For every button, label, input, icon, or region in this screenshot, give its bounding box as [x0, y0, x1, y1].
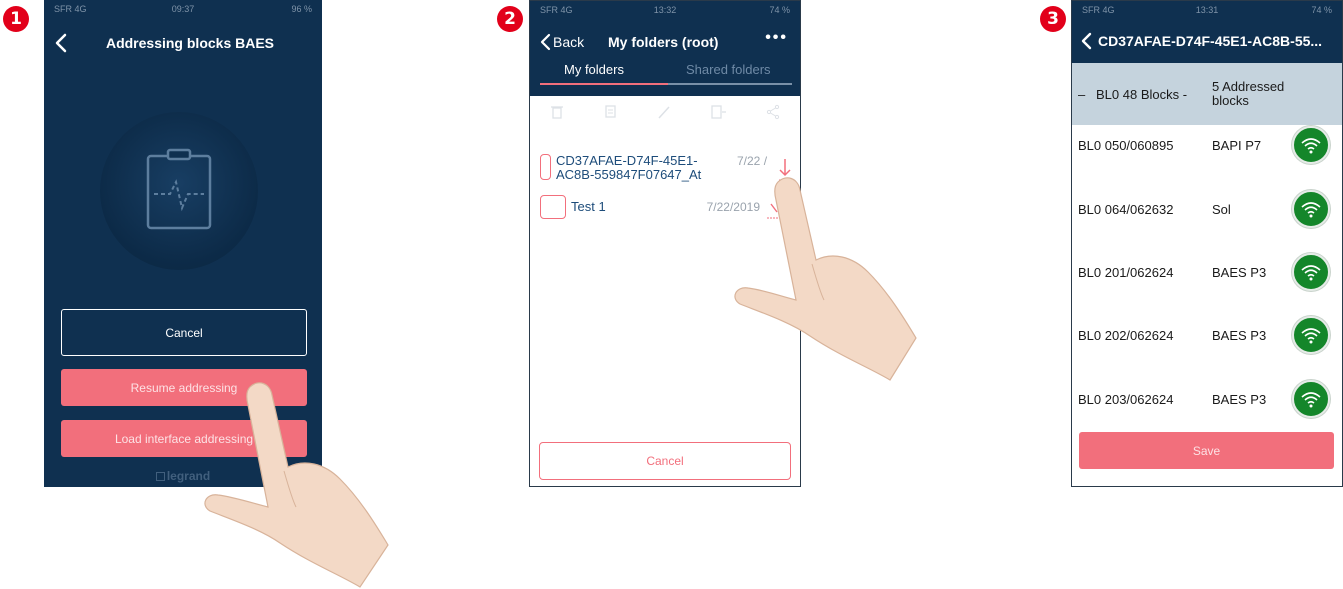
wifi-icon[interactable]	[1292, 316, 1330, 354]
block-row[interactable]: BL0 064/062632 Sol	[1072, 190, 1342, 228]
folder-checkbox[interactable]	[540, 154, 551, 180]
status-bar: SFR 4G 13:32 74 %	[530, 1, 800, 19]
collapse-dash[interactable]: –	[1072, 87, 1096, 102]
step-badge-3: 3	[1040, 6, 1066, 32]
save-button[interactable]: Save	[1079, 432, 1334, 469]
carrier-label: SFR 4G	[1082, 5, 1115, 15]
chevron-left-icon	[540, 33, 551, 51]
more-options-icon[interactable]: •••	[765, 29, 788, 47]
header: SFR 4G 13:31 74 % CD37AFAE-D74F-45E1-AC8…	[1072, 1, 1342, 63]
battery-label: 96 %	[291, 4, 312, 14]
page-title: Addressing blocks BAES	[105, 35, 275, 51]
tab-my-folders[interactable]: My folders	[564, 62, 624, 77]
clipboard-icon	[146, 148, 212, 230]
wifi-icon[interactable]	[1292, 253, 1330, 291]
blocks-count: BL0 48 Blocks -	[1096, 86, 1188, 102]
block-code: BL0 203/062624	[1078, 391, 1174, 407]
legrand-logo-icon	[155, 472, 165, 481]
chevron-left-icon[interactable]	[1080, 32, 1092, 50]
clock-label: 13:31	[1195, 5, 1219, 15]
step-badge-1: 1	[3, 6, 29, 32]
pointing-hand-icon	[204, 382, 389, 588]
step-badge-2: 2	[497, 6, 523, 32]
clipboard-illustration	[100, 112, 258, 270]
cancel-button[interactable]: Cancel	[539, 442, 791, 480]
wifi-icon[interactable]	[1292, 190, 1330, 228]
block-row[interactable]: BL0 050/060895 BAPI P7	[1072, 126, 1342, 164]
block-location: BAES P3	[1212, 264, 1267, 280]
carrier-label: SFR 4G	[54, 4, 87, 14]
block-row[interactable]: BL0 202/062624 BAES P3	[1072, 316, 1342, 354]
addressed-count: 5 Addressed blocks	[1212, 79, 1285, 108]
block-code: BL0 202/062624	[1078, 327, 1174, 343]
active-tab-indicator	[540, 83, 668, 85]
page-title: My folders (root)	[608, 34, 719, 50]
tab-shared-folders[interactable]: Shared folders	[686, 62, 771, 77]
page-title-row: CD37AFAE-D74F-45E1-AC8B-55...	[1080, 32, 1322, 50]
carrier-label: SFR 4G	[540, 5, 573, 15]
chevron-left-icon[interactable]	[52, 32, 70, 54]
block-location: BAES P3	[1212, 391, 1267, 407]
block-row[interactable]: BL0 203/062624 BAES P3	[1072, 380, 1342, 418]
move-icon[interactable]	[710, 104, 727, 120]
copy-icon[interactable]	[604, 104, 618, 120]
block-code: BL0 064/062632	[1078, 201, 1174, 217]
block-code: BL0 050/060895	[1078, 137, 1174, 153]
battery-label: 74 %	[1311, 5, 1332, 15]
page-title: CD37AFAE-D74F-45E1-AC8B-55...	[1098, 33, 1323, 49]
edit-pencil-icon[interactable]	[657, 104, 671, 120]
block-code: BL0 201/062624	[1078, 264, 1174, 280]
block-location: Sol	[1212, 201, 1231, 217]
nav-bar: Addressing blocks BAES	[44, 26, 322, 60]
block-location: BAES P3	[1212, 327, 1267, 343]
folder-toolbar	[550, 104, 780, 120]
folder-name[interactable]: CD37AFAE-D74F-45E1-AC8B-559847F07647_At	[556, 154, 731, 182]
block-location: BAPI P7	[1212, 137, 1262, 153]
blocks-summary-header: – BL0 48 Blocks - 5 Addressed blocks	[1072, 63, 1342, 125]
pointing-hand-icon	[734, 177, 917, 381]
inactive-tab-indicator	[668, 83, 792, 85]
clock-label: 13:32	[653, 5, 677, 15]
status-bar: SFR 4G 09:37 96 %	[44, 0, 322, 18]
folder-date: 7/22 /	[737, 154, 768, 168]
back-label: Back	[553, 34, 585, 50]
battery-label: 74 %	[769, 5, 790, 15]
wifi-icon[interactable]	[1292, 126, 1330, 164]
status-bar: SFR 4G 13:31 74 %	[1072, 1, 1342, 19]
block-row[interactable]: BL0 201/062624 BAES P3	[1072, 253, 1342, 291]
folder-name[interactable]: Test 1	[571, 195, 701, 214]
back-button[interactable]: Back	[539, 33, 584, 51]
phone-screen-blocks: SFR 4G 13:31 74 % CD37AFAE-D74F-45E1-AC8…	[1071, 0, 1343, 487]
clock-label: 09:37	[171, 4, 195, 14]
trash-icon[interactable]	[550, 104, 564, 120]
cancel-button[interactable]: Cancel	[61, 309, 307, 356]
folder-checkbox[interactable]	[540, 195, 566, 219]
share-icon[interactable]	[766, 104, 780, 120]
header: SFR 4G 13:32 74 % Back My folders (root)…	[530, 1, 800, 96]
wifi-icon[interactable]	[1292, 380, 1330, 418]
